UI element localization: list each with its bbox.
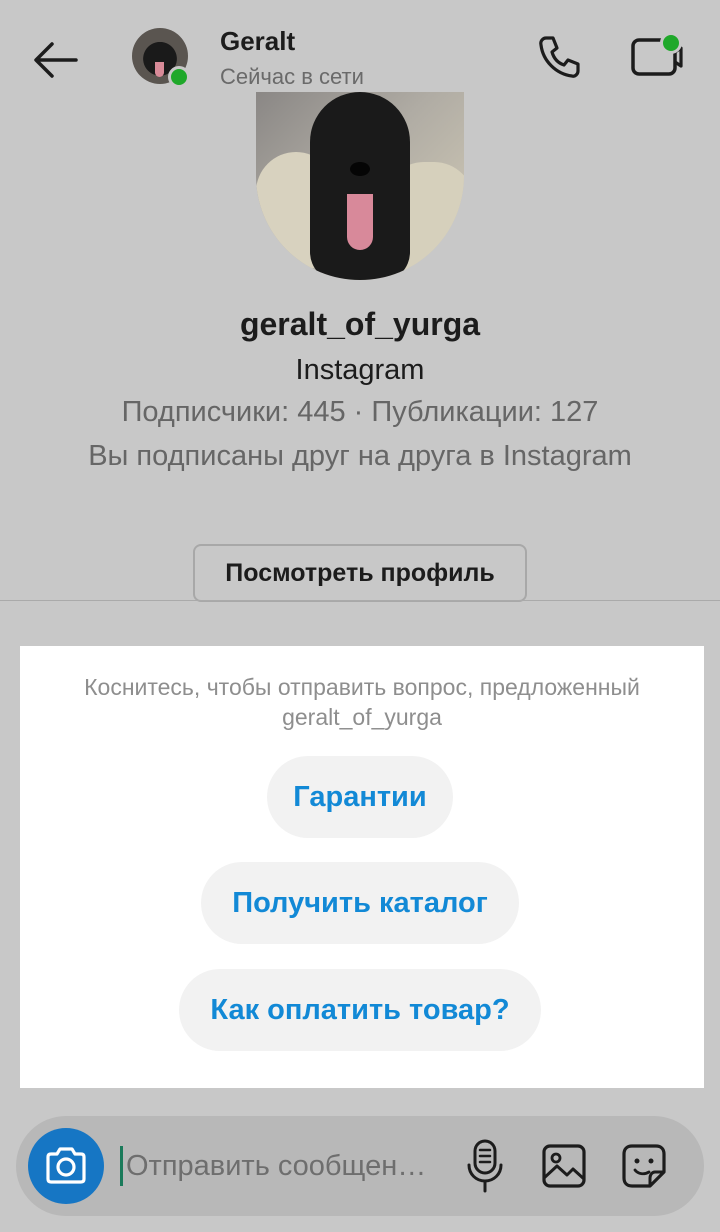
avatar-dog-tongue (155, 62, 164, 77)
profile-source: Instagram (295, 354, 425, 386)
photo-dog-tongue (347, 194, 373, 250)
microphone-icon (467, 1139, 503, 1193)
profile-photo[interactable] (256, 92, 464, 280)
arrow-left-icon (34, 42, 78, 78)
gallery-button[interactable] (540, 1142, 588, 1190)
view-profile-button[interactable]: Посмотреть профиль (193, 544, 527, 602)
photo-dog-nose (350, 162, 370, 176)
sticker-icon (622, 1144, 666, 1188)
message-input[interactable]: Отправить сообщен… (126, 1143, 456, 1189)
gallery-icon (542, 1144, 586, 1188)
camera-button[interactable] (28, 1128, 104, 1204)
contact-status: Сейчас в сети (220, 64, 364, 89)
camera-icon (46, 1147, 86, 1184)
profile-stats: Подписчики: 445 · Публикации: 127 (121, 396, 599, 428)
profile-username: geralt_of_yurga (239, 306, 481, 342)
back-button[interactable] (28, 36, 84, 84)
divider (0, 600, 720, 601)
phone-icon (539, 36, 580, 78)
voice-message-button[interactable] (462, 1138, 508, 1194)
suggestion-button-payment[interactable]: Как оплатить товар? (179, 969, 541, 1051)
suggested-questions-hint: Коснитесь, чтобы отправить вопрос, предл… (84, 674, 640, 730)
suggested-questions-panel: Коснитесь, чтобы отправить вопрос, предл… (20, 646, 704, 1088)
suggestion-button-guarantees[interactable]: Гарантии (267, 756, 453, 838)
text-cursor (120, 1146, 123, 1186)
photo-dog (310, 92, 410, 280)
suggestion-button-catalog[interactable]: Получить каталог (201, 862, 519, 944)
profile-mutual-follow: Вы подписаны друг на друга в Instagram (88, 440, 632, 472)
sticker-button[interactable] (620, 1142, 668, 1190)
video-active-indicator (660, 32, 682, 54)
call-button[interactable] (534, 32, 584, 82)
online-indicator (168, 66, 190, 88)
contact-name[interactable]: Geralt (220, 26, 295, 57)
